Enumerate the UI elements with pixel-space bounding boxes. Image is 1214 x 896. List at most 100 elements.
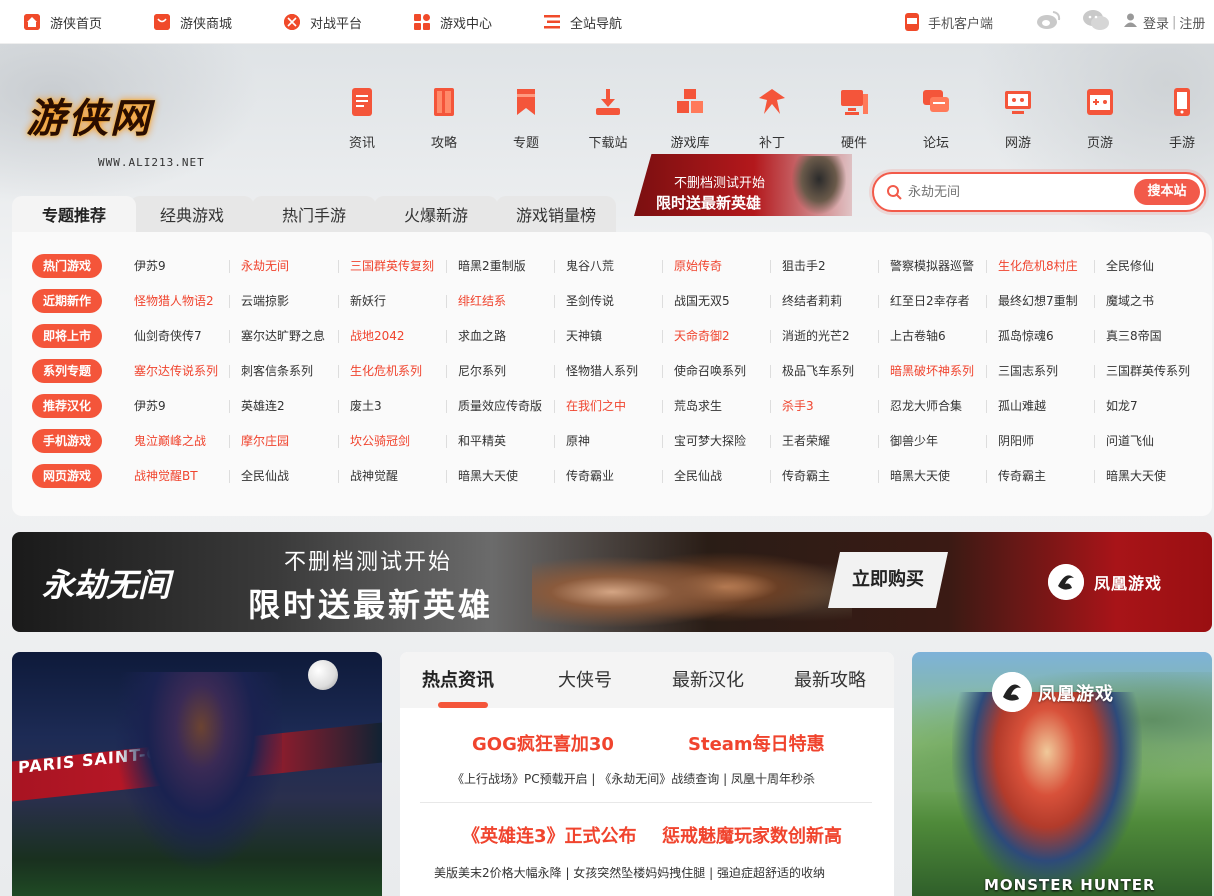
topic-link[interactable]: 暗黑破坏神系列 — [890, 359, 974, 383]
topic-link[interactable]: 使命召唤系列 — [674, 359, 746, 383]
topic-link[interactable]: 暗黑大天使 — [890, 464, 950, 488]
topic-link[interactable]: 生化危机系列 — [350, 359, 422, 383]
topic-link[interactable]: 废土3 — [350, 394, 382, 418]
news-tab-localization[interactable]: 最新汉化 — [672, 666, 744, 692]
topic-link[interactable]: 战地2042 — [350, 324, 405, 348]
news-headline-2b[interactable]: 惩戒魅魔玩家数创新高 — [662, 822, 842, 848]
topic-link[interactable]: 伊苏9 — [134, 394, 166, 418]
wechat-link[interactable] — [1082, 0, 1110, 44]
topic-link[interactable]: 全民仙战 — [241, 464, 289, 488]
topic-link[interactable]: 塞尔达传说系列 — [134, 359, 218, 383]
nav-item-0[interactable]: 资讯 — [330, 80, 394, 154]
topic-link[interactable]: 绯红结系 — [458, 289, 506, 313]
search-input[interactable] — [908, 182, 1128, 202]
topic-link[interactable]: 传奇霸业 — [566, 464, 614, 488]
topic-link[interactable]: 暗黑大天使 — [1106, 464, 1166, 488]
nav-item-9[interactable]: 页游 — [1068, 80, 1132, 154]
topic-row-tag[interactable]: 即将上市 — [32, 324, 102, 348]
topic-link[interactable]: 和平精英 — [458, 429, 506, 453]
nav-item-10[interactable]: 手游 — [1150, 80, 1214, 154]
news-tab-hot[interactable]: 热点资讯 — [422, 666, 494, 692]
topic-link[interactable]: 魔域之书 — [1106, 289, 1154, 313]
topic-link[interactable]: 全民修仙 — [1106, 254, 1154, 278]
news-sub-links-1[interactable]: 《上行战场》PC预载开启 | 《永劫无间》战绩查询 | 凤凰十周年秒杀 — [452, 770, 815, 787]
news-headline-1a[interactable]: GOG疯狂喜加30 — [472, 730, 614, 756]
nav-item-3[interactable]: 下载站 — [576, 80, 640, 154]
nav-item-1[interactable]: 攻略 — [412, 80, 476, 154]
topic-link[interactable]: 刺客信条系列 — [241, 359, 313, 383]
nav-item-4[interactable]: 游戏库 — [658, 80, 722, 154]
topic-link[interactable]: 荒岛求生 — [674, 394, 722, 418]
topbar-gamecenter-link[interactable]: 游戏中心 — [414, 0, 492, 44]
promo-small-banner[interactable]: 不删档测试开始 限时送最新英雄 — [634, 154, 852, 216]
topic-link[interactable]: 在我们之中 — [566, 394, 626, 418]
topic-link[interactable]: 摩尔庄园 — [241, 429, 289, 453]
topic-link[interactable]: 鬼谷八荒 — [566, 254, 614, 278]
news-headline-1b[interactable]: Steam每日特惠 — [688, 730, 825, 756]
nav-item-8[interactable]: 网游 — [986, 80, 1050, 154]
topic-row-tag[interactable]: 近期新作 — [32, 289, 102, 313]
topic-row-tag[interactable]: 热门游戏 — [32, 254, 102, 278]
tab-hot-mobile[interactable]: 热门手游 — [252, 196, 376, 236]
topic-link[interactable]: 阴阳师 — [998, 429, 1034, 453]
topic-link[interactable]: 新妖行 — [350, 289, 386, 313]
tab-classic-games[interactable]: 经典游戏 — [130, 196, 254, 236]
topic-link[interactable]: 极品飞车系列 — [782, 359, 854, 383]
topbar-home-link[interactable]: 游侠首页 — [24, 0, 102, 44]
football-game-image[interactable]: PARIS SAINT-GE — [12, 652, 382, 896]
topic-link[interactable]: 永劫无间 — [241, 254, 289, 278]
topbar-battle-link[interactable]: 对战平台 — [284, 0, 362, 44]
topic-link[interactable]: 原神 — [566, 429, 590, 453]
topic-link[interactable]: 全民仙战 — [674, 464, 722, 488]
topic-link[interactable]: 最终幻想7重制 — [998, 289, 1078, 313]
topic-link[interactable]: 质量效应传奇版 — [458, 394, 542, 418]
topic-link[interactable]: 警察模拟器巡警 — [890, 254, 974, 278]
topic-row-tag[interactable]: 系列专题 — [32, 359, 102, 383]
topic-link[interactable]: 生化危机8村庄 — [998, 254, 1078, 278]
topic-link[interactable]: 王者荣耀 — [782, 429, 830, 453]
topic-link[interactable]: 宝可梦大探险 — [674, 429, 746, 453]
login-link[interactable]: 登录 — [1143, 13, 1169, 32]
topic-link[interactable]: 终结者莉莉 — [782, 289, 842, 313]
topic-link[interactable]: 圣剑传说 — [566, 289, 614, 313]
banner-buy-button[interactable]: 立即购买 — [828, 552, 948, 608]
topic-row-tag[interactable]: 推荐汉化 — [32, 394, 102, 418]
news-tab-guides[interactable]: 最新攻略 — [794, 666, 866, 692]
topic-link[interactable]: 孤山难越 — [998, 394, 1046, 418]
topic-link[interactable]: 仙剑奇侠传7 — [134, 324, 202, 348]
topic-link[interactable]: 怪物猎人物语2 — [134, 289, 214, 313]
news-tab-daxiahao[interactable]: 大侠号 — [558, 666, 612, 692]
topic-link[interactable]: 塞尔达旷野之息 — [241, 324, 325, 348]
topic-link[interactable]: 孤岛惊魂6 — [998, 324, 1054, 348]
topic-link[interactable]: 鬼泣巅峰之战 — [134, 429, 206, 453]
topbar-shop-link[interactable]: 游侠商城 — [154, 0, 232, 44]
nav-item-2[interactable]: 专题 — [494, 80, 558, 154]
topic-link[interactable]: 御兽少年 — [890, 429, 938, 453]
topic-link[interactable]: 三国群英传系列 — [1106, 359, 1190, 383]
topic-link[interactable]: 如龙7 — [1106, 394, 1138, 418]
topic-link[interactable]: 狙击手2 — [782, 254, 826, 278]
topic-link[interactable]: 尼尔系列 — [458, 359, 506, 383]
topic-row-tag[interactable]: 网页游戏 — [32, 464, 102, 488]
topic-link[interactable]: 消逝的光芒2 — [782, 324, 850, 348]
monster-hunter-ad[interactable]: 凤凰游戏 MONSTER HUNTER — [912, 652, 1212, 896]
weibo-link[interactable] — [1036, 0, 1062, 44]
topic-link[interactable]: 暗黑2重制版 — [458, 254, 526, 278]
nav-item-7[interactable]: 论坛 — [904, 80, 968, 154]
topic-link[interactable]: 传奇霸主 — [782, 464, 830, 488]
game-ad-banner[interactable]: 永劫无间 不删档测试开始 限时送最新英雄 立即购买 凤凰游戏 — [12, 532, 1212, 632]
register-link[interactable]: 注册 — [1179, 13, 1205, 32]
tab-sales-ranking[interactable]: 游戏销量榜 — [496, 196, 616, 236]
topic-link[interactable]: 怪物猎人系列 — [566, 359, 638, 383]
topic-link[interactable]: 问道飞仙 — [1106, 429, 1154, 453]
topic-link[interactable]: 三国志系列 — [998, 359, 1058, 383]
nav-item-6[interactable]: 硬件 — [822, 80, 886, 154]
topic-link[interactable]: 红至日2幸存者 — [890, 289, 970, 313]
topic-link[interactable]: 云端掠影 — [241, 289, 289, 313]
news-sub-links-2[interactable]: 美版美末2价格大幅永降 | 女孩突然坠楼妈妈拽住腿 | 强迫症超舒适的收纳 — [434, 864, 825, 881]
topic-link[interactable]: 战神觉醒BT — [134, 464, 198, 488]
topic-link[interactable]: 原始传奇 — [674, 254, 722, 278]
tab-hot-new-games[interactable]: 火爆新游 — [374, 196, 498, 236]
topbar-sitenav-link[interactable]: 全站导航 — [544, 0, 622, 44]
topic-link[interactable]: 忍龙大师合集 — [890, 394, 962, 418]
